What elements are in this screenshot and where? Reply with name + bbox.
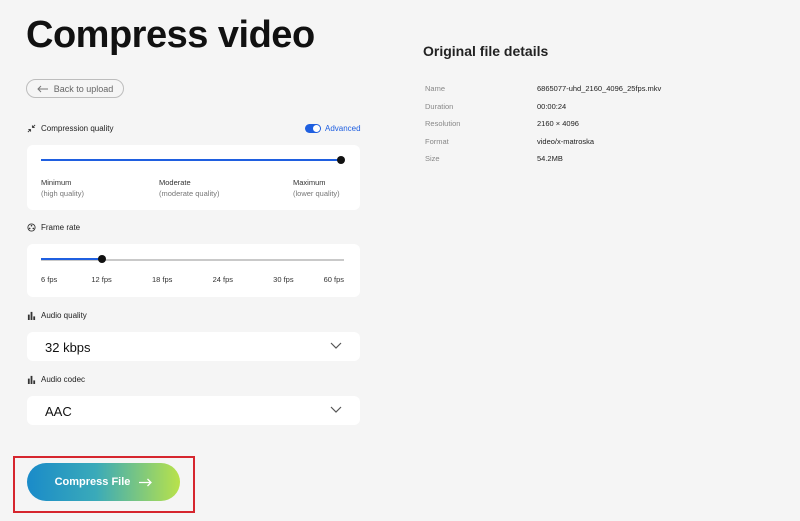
frame-rate-label-row: Frame rate [27,223,80,232]
audio-levels-icon [27,375,36,384]
compression-quality-label: Compression quality [41,124,114,133]
detail-key: Duration [425,101,454,111]
detail-value: 54.2MB [537,154,563,163]
detail-value: 6865077-uhd_2160_4096_25fps.mkv [537,84,662,93]
advanced-toggle-label: Advanced [325,124,361,133]
audio-codec-select[interactable]: AAC [27,396,360,425]
audio-quality-label: Audio quality [41,311,87,320]
compression-tick-maximum: Maximum (lower quality) [293,178,340,198]
frame-rate-slider-handle[interactable] [97,255,106,263]
compression-tick-minimum: Minimum (high quality) [41,178,84,198]
arrow-left-icon [37,85,48,92]
frame-rate-tick[interactable]: 24 fps [208,274,238,285]
back-to-upload-label: Back to upload [53,83,114,94]
highlight-box [13,456,195,513]
detail-key: Resolution [425,119,461,128]
detail-key: Size [425,154,440,163]
compression-quality-card: Minimum (high quality) Moderate (moderate … [27,145,360,210]
frame-rate-tick[interactable]: 18 fps [147,274,177,285]
film-reel-icon [27,223,36,232]
advanced-toggle[interactable]: Advanced [305,124,361,133]
toggle-switch[interactable] [305,124,321,133]
detail-key: Name [425,84,446,93]
compression-slider-fill [41,159,341,161]
frame-rate-tick[interactable]: 12 fps [87,274,117,285]
frame-rate-label: Frame rate [41,223,81,232]
audio-levels-icon [27,311,36,320]
details-title: Original file details [423,43,549,59]
detail-value: 00:00:24 [537,101,567,111]
audio-codec-value: AAC [45,404,72,419]
page-title: Compress video [26,14,315,56]
audio-codec-label: Audio codec [41,375,86,384]
compression-tick-moderate: Moderate (moderate quality) [159,178,220,198]
audio-quality-select[interactable]: 32 kbps [27,332,360,361]
back-to-upload-button[interactable]: Back to upload [26,79,124,98]
compression-slider-handle[interactable] [337,156,345,164]
audio-codec-label-row: Audio codec [27,375,85,384]
compression-quality-label-row: Compression quality [27,124,113,133]
frame-rate-card: 6 fps 12 fps 18 fps 24 fps 30 fps 60 fps [27,244,360,297]
detail-value: 2160 × 4096 [537,119,579,128]
frame-rate-tick[interactable]: 6 fps [41,274,71,285]
audio-quality-label-row: Audio quality [27,311,87,320]
chevron-down-icon [330,342,342,349]
audio-quality-value: 32 kbps [45,340,91,355]
frame-rate-tick[interactable]: 30 fps [268,274,298,285]
frame-rate-slider-fill [41,258,102,260]
detail-key: Format [425,136,449,146]
chevron-down-icon [330,406,342,413]
detail-value: video/x-matroska [537,136,595,146]
frame-rate-tick[interactable]: 60 fps [314,274,344,285]
compress-arrows-icon [27,124,36,133]
